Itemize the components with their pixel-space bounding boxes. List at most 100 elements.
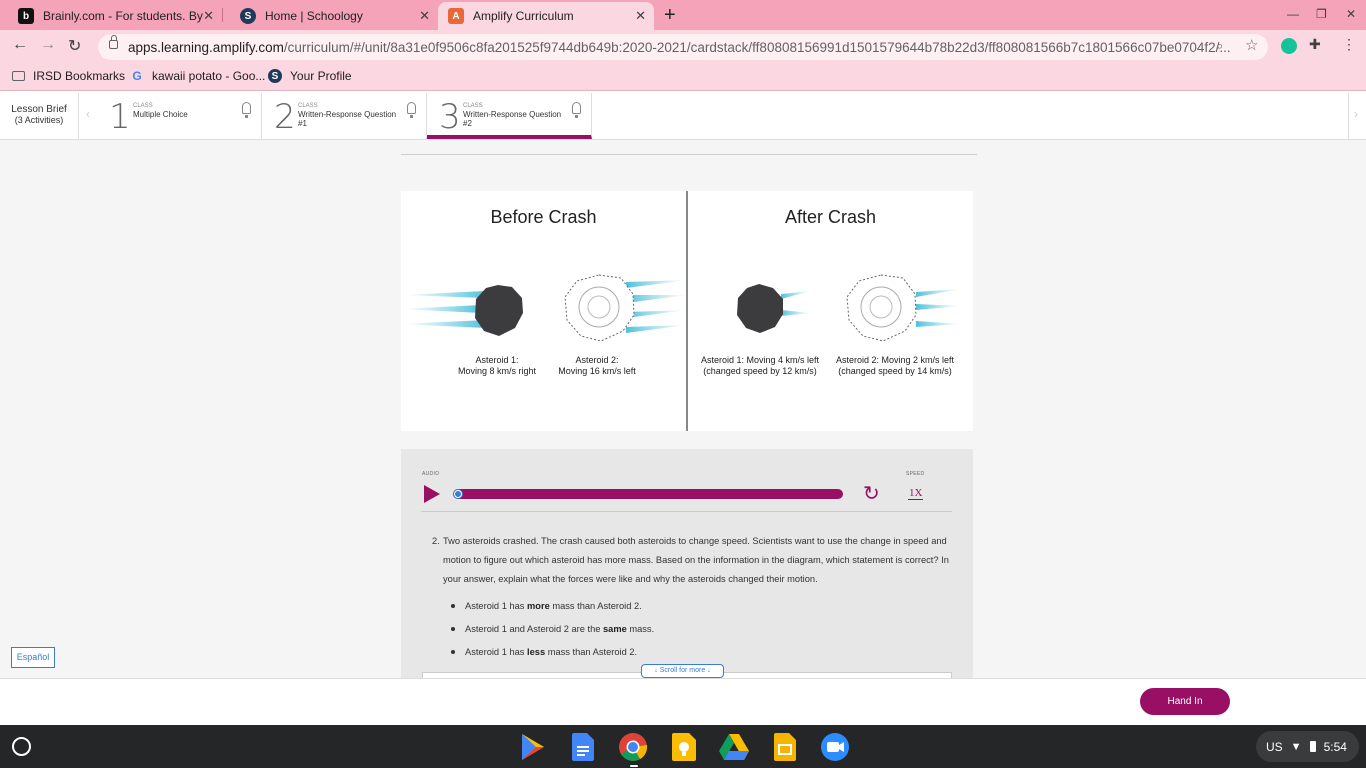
- scroll-hint-label: Scroll for more: [659, 667, 706, 674]
- activity-number: 1: [109, 97, 131, 137]
- asteroid-illustration: [401, 274, 961, 342]
- replay-icon[interactable]: ↻: [863, 484, 880, 504]
- reload-icon[interactable]: ↻: [68, 36, 81, 56]
- star-icon[interactable]: ☆: [1245, 36, 1258, 54]
- extensions-icon[interactable]: ✚: [1309, 36, 1321, 53]
- activity-card-3[interactable]: 3 CLASS Written-Response Question #2: [427, 93, 592, 139]
- lightbulb-icon[interactable]: [407, 102, 416, 118]
- tab-brainly[interactable]: b Brainly.com - For students. By st ✕: [0, 2, 222, 30]
- after-asteroid-1-caption: Asteroid 1: Moving 4 km/s left (changed …: [693, 355, 827, 377]
- close-icon[interactable]: ✕: [635, 8, 646, 24]
- bookmark-label: Your Profile: [290, 69, 352, 83]
- tab-title: Home | Schoology: [265, 9, 363, 23]
- tab-title: Brainly.com - For students. By st: [43, 9, 203, 23]
- tab-title: Amplify Curriculum: [473, 9, 574, 23]
- bookmark-profile[interactable]: S Your Profile: [268, 69, 352, 83]
- asteroid-crash-diagram: Before Crash After Crash Asteroid 1: Mov…: [401, 191, 973, 431]
- audio-progress-handle[interactable]: [454, 490, 462, 498]
- folder-icon: [12, 71, 25, 81]
- status-tray[interactable]: US ▼ 5:54: [1256, 731, 1359, 762]
- clock: 5:54: [1323, 739, 1347, 754]
- bookmark-label: IRSD Bookmarks: [33, 69, 126, 83]
- option-text: Asteroid 1 and Asteroid 2 are the: [465, 624, 603, 634]
- slides-icon[interactable]: [769, 731, 800, 762]
- minimize-icon[interactable]: —: [1287, 7, 1299, 21]
- activity-number: 3: [439, 97, 461, 137]
- docs-icon[interactable]: [567, 731, 598, 762]
- activity-title: Written-Response Question #1: [298, 110, 397, 128]
- activity-title: Multiple Choice: [133, 110, 188, 119]
- activities-count: (3 Activities): [14, 115, 64, 125]
- schoology-icon: S: [268, 69, 282, 83]
- tab-amplify[interactable]: A Amplify Curriculum ✕: [438, 2, 654, 30]
- close-icon[interactable]: ✕: [203, 8, 214, 24]
- restore-icon[interactable]: ❐: [1316, 7, 1327, 21]
- list-item: Asteroid 1 has more mass than Asteroid 2…: [449, 599, 654, 622]
- tab-schoology[interactable]: S Home | Schoology ✕: [222, 2, 438, 30]
- meet-icon[interactable]: [819, 731, 850, 762]
- before-asteroid-1-caption: Asteroid 1: Moving 8 km/s right: [447, 355, 547, 377]
- question-text: Two asteroids crashed. The crash caused …: [443, 536, 949, 584]
- zoom-icon[interactable]: ⌕: [1216, 38, 1223, 54]
- forward-icon[interactable]: →: [40, 36, 56, 54]
- caption-motion: Asteroid 2: Moving 2 km/s left: [835, 355, 955, 365]
- prev-arrow-icon[interactable]: ‹: [86, 107, 90, 121]
- launcher-icon[interactable]: [12, 737, 31, 756]
- speed-button[interactable]: 1X: [908, 487, 924, 500]
- option-text: Asteroid 1 has: [465, 601, 528, 611]
- play-store-icon[interactable]: [517, 731, 548, 762]
- lesson-brief-label: Lesson Brief: [11, 104, 67, 115]
- keep-icon[interactable]: [668, 731, 699, 762]
- audio-progress-slider[interactable]: [453, 489, 843, 499]
- header-right-divider: [1348, 93, 1349, 139]
- next-arrow-icon[interactable]: ›: [1354, 107, 1358, 121]
- footer-bar: Hand In: [0, 678, 1366, 725]
- play-icon[interactable]: [424, 485, 440, 503]
- new-tab-icon[interactable]: +: [664, 4, 676, 27]
- drive-icon[interactable]: [718, 731, 749, 762]
- question-card: AUDIO SPEED ↻ 1X 2. Two asteroids crashe…: [401, 449, 973, 678]
- activity-card-2[interactable]: 2 CLASS Written-Response Question #1: [262, 93, 427, 139]
- battery-icon: [1309, 741, 1316, 752]
- url-host: apps.learning.amplify.com: [128, 39, 284, 55]
- activity-number: 2: [274, 97, 296, 137]
- option-text: Asteroid 1 has: [465, 647, 528, 657]
- espanol-button[interactable]: Español: [11, 647, 55, 668]
- close-window-icon[interactable]: ✕: [1346, 7, 1356, 21]
- address-bar[interactable]: apps.learning.amplify.com /curriculum/#/…: [98, 34, 1268, 60]
- asteroid-2-before: [564, 274, 635, 342]
- option-text: mass than Asteroid 2.: [545, 647, 638, 657]
- hand-in-button[interactable]: Hand In: [1140, 688, 1230, 715]
- option-emphasis: same: [603, 624, 627, 634]
- scroll-for-more-button[interactable]: ↓ Scroll for more ↓: [641, 664, 724, 678]
- option-emphasis: less: [527, 647, 546, 657]
- grammarly-icon[interactable]: [1281, 38, 1297, 54]
- menu-icon[interactable]: ⋮: [1342, 36, 1356, 53]
- caption-motion: Asteroid 1: Moving 4 km/s left: [700, 355, 820, 365]
- close-icon[interactable]: ✕: [419, 8, 430, 24]
- activity-class-label: CLASS: [133, 103, 153, 109]
- lightbulb-icon[interactable]: [572, 102, 581, 118]
- bookmarks-bar: IRSD Bookmarks G kawaii potato - Goo... …: [0, 63, 1366, 91]
- question-prompt: 2. Two asteroids crashed. The crash caus…: [432, 532, 957, 589]
- option-text: mass than Asteroid 2.: [549, 601, 642, 611]
- lesson-brief[interactable]: Lesson Brief (3 Activities): [0, 93, 79, 139]
- audio-divider: [421, 511, 952, 512]
- bookmark-irsd[interactable]: IRSD Bookmarks: [12, 69, 125, 83]
- activity-card-1[interactable]: 1 CLASS Multiple Choice: [97, 93, 262, 139]
- asteroid-2-after: [846, 274, 917, 342]
- chrome-icon[interactable]: [617, 731, 648, 762]
- question-number: 2.: [432, 536, 440, 546]
- browser-toolbar: ← → ↻ apps.learning.amplify.com /curricu…: [0, 30, 1366, 63]
- chromeos-shelf: US ▼ 5:54: [0, 725, 1366, 768]
- audio-label: AUDIO: [422, 471, 440, 477]
- main-content[interactable]: Before Crash After Crash Asteroid 1: Mov…: [0, 140, 1366, 678]
- activity-class-label: CLASS: [463, 103, 483, 109]
- locale-indicator: US: [1266, 739, 1283, 754]
- bookmark-label: kawaii potato - Goo...: [152, 69, 266, 83]
- back-icon[interactable]: ←: [12, 36, 28, 54]
- lightbulb-icon[interactable]: [242, 102, 251, 118]
- schoology-icon: S: [240, 8, 256, 24]
- caption-name: Asteroid 1:: [475, 355, 519, 365]
- bookmark-kawaii[interactable]: G kawaii potato - Goo...: [130, 69, 265, 83]
